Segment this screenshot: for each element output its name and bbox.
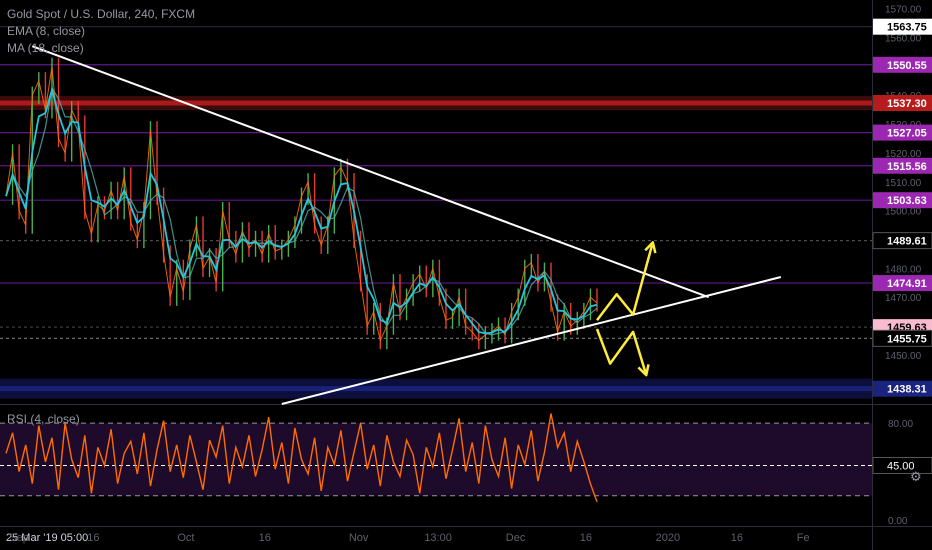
time-tick-label: Oct — [177, 532, 194, 544]
trendline-resistance[interactable] — [31, 45, 709, 299]
rsi-legend: RSI (4, close) — [7, 412, 80, 426]
time-tick-label: Fe — [797, 532, 810, 544]
price-level-label: 1537.30 — [887, 98, 927, 110]
rsi-tick-label: 0.00 — [888, 516, 908, 527]
time-tick-label: Nov — [349, 532, 369, 544]
price-level-label: 1438.31 — [887, 384, 927, 396]
time-tick-label: Dec — [506, 532, 526, 544]
price-tick-label: 1480.00 — [885, 264, 922, 275]
price-level-label: 1503.63 — [887, 195, 927, 207]
price-level-label: 1489.61 — [887, 236, 927, 248]
chart-title: Gold Spot / U.S. Dollar, 240, FXCM — [7, 7, 196, 21]
time-tick-label: 16 — [87, 532, 99, 544]
settings-gear-icon[interactable]: ⚙ — [910, 470, 922, 485]
price-level-label: 1515.56 — [887, 161, 927, 173]
time-tick-label: 2020 — [656, 532, 680, 544]
price-level-label: 1563.75 — [887, 22, 927, 34]
rsi-tick-label: 80.00 — [888, 419, 913, 430]
chart-app: 1570.001560.001550.001540.001530.001520.… — [0, 0, 932, 550]
price-level-label: 1474.91 — [887, 278, 927, 290]
price-tick-label: 1500.00 — [885, 207, 922, 218]
price-tick-label: 1470.00 — [885, 293, 922, 304]
price-tick-label: 1560.00 — [885, 34, 922, 45]
price-tick-label: 1510.00 — [885, 178, 922, 189]
scenario-arrow-breakout-up[interactable] — [596, 242, 655, 322]
time-tick-label: 13:00 — [424, 532, 452, 544]
time-tick-label: Sep — [9, 532, 29, 544]
price-level-label: 1527.05 — [887, 128, 927, 140]
price-tick-label: 1570.00 — [885, 5, 922, 16]
time-tick-label: 16 — [259, 532, 271, 544]
chart-canvas[interactable]: 1570.001560.001550.001540.001530.001520.… — [0, 0, 932, 550]
price-level-label: 1455.75 — [887, 333, 927, 345]
rsi-band — [0, 423, 872, 496]
price-level-label: 1550.55 — [887, 60, 927, 72]
price-tick-label: 1450.00 — [885, 351, 922, 362]
time-tick-label: 16 — [580, 532, 592, 544]
ema-legend: EMA (8, close) — [7, 24, 86, 38]
ma-legend: MA (18, close) — [7, 41, 84, 55]
time-tick-label: 16 — [731, 532, 743, 544]
